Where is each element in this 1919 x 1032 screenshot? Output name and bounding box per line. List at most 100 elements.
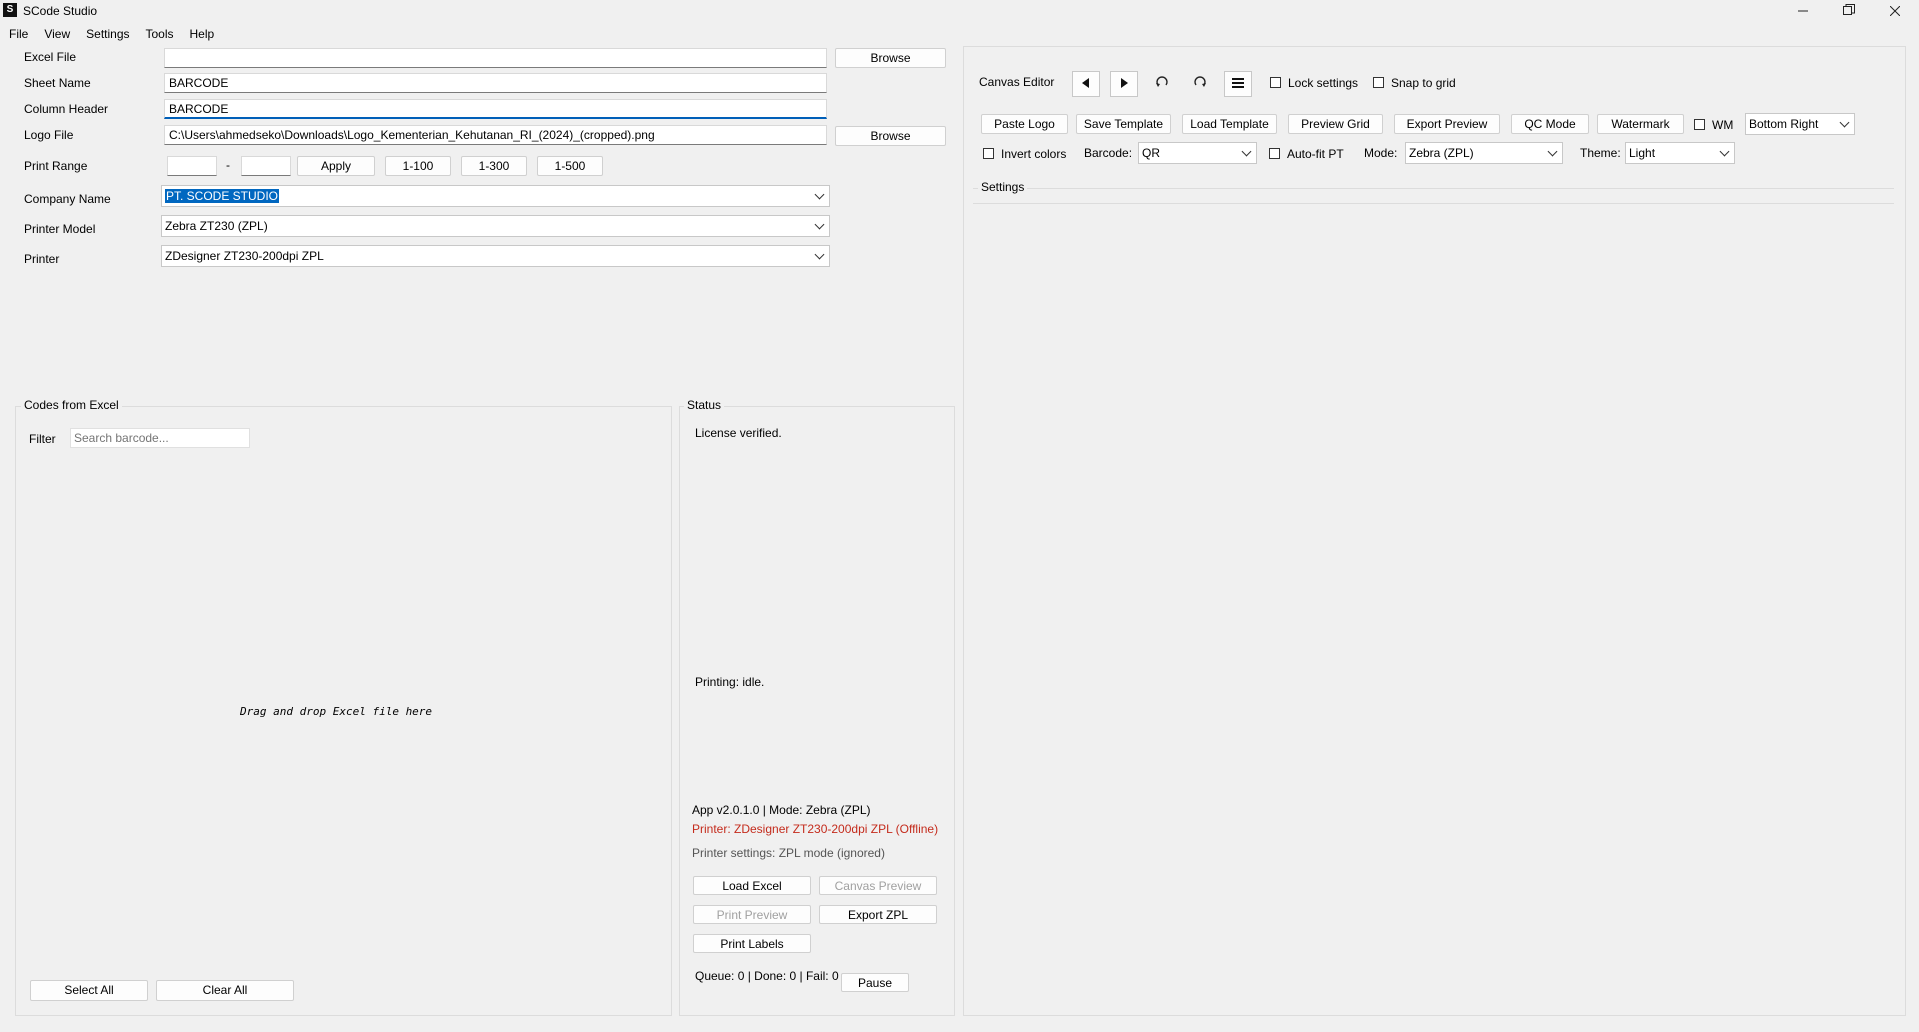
mode-combo[interactable]: Zebra (ZPL) <box>1405 142 1563 164</box>
rotate-left-button[interactable] <box>1149 75 1175 95</box>
prev-button[interactable] <box>1072 71 1100 97</box>
barcode-type-combo[interactable]: QR <box>1138 142 1257 164</box>
load-template-button[interactable]: Load Template <box>1182 114 1277 134</box>
load-excel-button[interactable]: Load Excel <box>693 876 811 895</box>
preset-1-100-button[interactable]: 1-100 <box>385 156 451 176</box>
barcode-search-input[interactable] <box>70 428 250 448</box>
printer-model-label: Printer Model <box>24 222 96 236</box>
printing-status: Printing: idle. <box>695 675 765 689</box>
pause-button[interactable]: Pause <box>841 973 909 992</box>
lock-settings-label: Lock settings <box>1288 76 1359 90</box>
minimize-button[interactable] <box>1780 0 1826 22</box>
paste-logo-button[interactable]: Paste Logo <box>981 114 1068 134</box>
chevron-down-icon <box>1547 146 1558 157</box>
logo-file-label: Logo File <box>24 128 74 142</box>
chevron-down-icon <box>1719 146 1730 157</box>
menu-tools[interactable]: Tools <box>139 23 181 42</box>
theme-label: Theme: <box>1580 146 1621 160</box>
next-button[interactable] <box>1110 71 1138 97</box>
excel-browse-button[interactable]: Browse <box>835 48 946 68</box>
canvas-preview-button[interactable]: Canvas Preview <box>819 876 937 895</box>
snap-to-grid-label: Snap to grid <box>1391 76 1456 90</box>
range-to-input[interactable] <box>241 156 291 176</box>
watermark-button[interactable]: Watermark <box>1597 114 1684 134</box>
range-separator: - <box>226 158 230 172</box>
range-from-input[interactable] <box>167 156 217 176</box>
prev-icon <box>1082 78 1089 88</box>
excel-file-input[interactable] <box>164 48 827 68</box>
logo-browse-button[interactable]: Browse <box>835 126 946 146</box>
print-labels-button[interactable]: Print Labels <box>693 934 811 953</box>
drop-hint: Drag and drop Excel file here <box>240 705 433 718</box>
column-header-label: Column Header <box>24 102 109 116</box>
close-icon <box>1889 5 1901 17</box>
company-name-combo[interactable]: PT. SCODE STUDIO <box>161 185 830 207</box>
canvas-editor-title: Canvas Editor <box>979 75 1055 89</box>
select-all-button[interactable]: Select All <box>30 980 148 1001</box>
clear-all-button[interactable]: Clear All <box>156 980 294 1001</box>
printer-model-value: Zebra ZT230 (ZPL) <box>165 219 268 233</box>
printer-combo[interactable]: ZDesigner ZT230-200dpi ZPL <box>161 245 830 267</box>
menu-view[interactable]: View <box>37 23 77 42</box>
printer-model-combo[interactable]: Zebra ZT230 (ZPL) <box>161 215 830 237</box>
settings-section <box>973 188 1894 204</box>
menu-button[interactable] <box>1224 71 1252 97</box>
company-name-label: Company Name <box>24 192 111 206</box>
restore-icon <box>1843 4 1855 15</box>
company-name-value: PT. SCODE STUDIO <box>165 189 280 203</box>
excel-file-label: Excel File <box>24 50 77 64</box>
qc-mode-button[interactable]: QC Mode <box>1511 114 1589 134</box>
lock-settings-checkbox[interactable] <box>1270 77 1281 88</box>
maximize-button[interactable] <box>1826 0 1872 22</box>
chevron-down-icon <box>1241 146 1252 157</box>
queue-info: Queue: 0 | Done: 0 | Fail: 0 <box>695 969 839 983</box>
next-icon <box>1121 78 1128 88</box>
wm-position-combo[interactable]: Bottom Right <box>1745 113 1855 135</box>
print-preview-button[interactable]: Print Preview <box>693 905 811 924</box>
rotate-right-icon <box>1194 76 1206 87</box>
auto-fit-label: Auto-fit PT <box>1287 147 1344 161</box>
theme-value: Light <box>1629 146 1656 160</box>
chevron-down-icon <box>814 249 825 260</box>
menu-bar: File View Settings Tools Help <box>0 23 221 45</box>
sheet-name-label: Sheet Name <box>24 76 91 90</box>
settings-title: Settings <box>978 180 1028 194</box>
auto-fit-checkbox[interactable] <box>1269 148 1280 159</box>
license-status: License verified. <box>695 426 782 440</box>
wm-checkbox[interactable] <box>1694 119 1705 130</box>
minimize-icon <box>1798 10 1808 12</box>
wm-position-value: Bottom Right <box>1749 117 1819 131</box>
preview-grid-button[interactable]: Preview Grid <box>1288 114 1383 134</box>
invert-colors-label: Invert colors <box>1001 147 1067 161</box>
snap-to-grid-checkbox[interactable] <box>1373 77 1384 88</box>
preset-1-300-button[interactable]: 1-300 <box>461 156 527 176</box>
theme-combo[interactable]: Light <box>1625 142 1735 164</box>
menu-icon <box>1232 78 1244 88</box>
mode-value: Zebra (ZPL) <box>1409 146 1474 160</box>
codes-panel-title: Codes from Excel <box>21 398 122 412</box>
apply-range-button[interactable]: Apply <box>297 156 375 176</box>
invert-colors-checkbox[interactable] <box>983 148 994 159</box>
export-preview-button[interactable]: Export Preview <box>1394 114 1500 134</box>
column-header-input[interactable]: BARCODE <box>164 99 827 119</box>
print-range-label: Print Range <box>24 159 88 173</box>
chevron-down-icon <box>1839 117 1850 128</box>
barcode-type-value: QR <box>1142 146 1160 160</box>
printer-label: Printer <box>24 252 60 266</box>
preset-1-500-button[interactable]: 1-500 <box>537 156 603 176</box>
save-template-button[interactable]: Save Template <box>1076 114 1171 134</box>
export-zpl-button[interactable]: Export ZPL <box>819 905 937 924</box>
menu-settings[interactable]: Settings <box>79 23 136 42</box>
wm-label: WM <box>1712 118 1734 132</box>
window-title: SCode Studio <box>23 4 98 18</box>
close-button[interactable] <box>1872 0 1918 22</box>
sheet-name-input[interactable]: BARCODE <box>164 73 827 93</box>
app-info: App v2.0.1.0 | Mode: Zebra (ZPL) <box>692 803 871 817</box>
barcode-type-label: Barcode: <box>1084 146 1133 160</box>
logo-file-input[interactable]: C:\Users\ahmedseko\Downloads\Logo_Kement… <box>164 125 827 145</box>
menu-file[interactable]: File <box>2 23 35 42</box>
rotate-right-button[interactable] <box>1187 75 1213 95</box>
menu-help[interactable]: Help <box>183 23 222 42</box>
printer-status: Printer: ZDesigner ZT230-200dpi ZPL (Off… <box>692 822 939 836</box>
status-panel <box>679 406 955 1016</box>
